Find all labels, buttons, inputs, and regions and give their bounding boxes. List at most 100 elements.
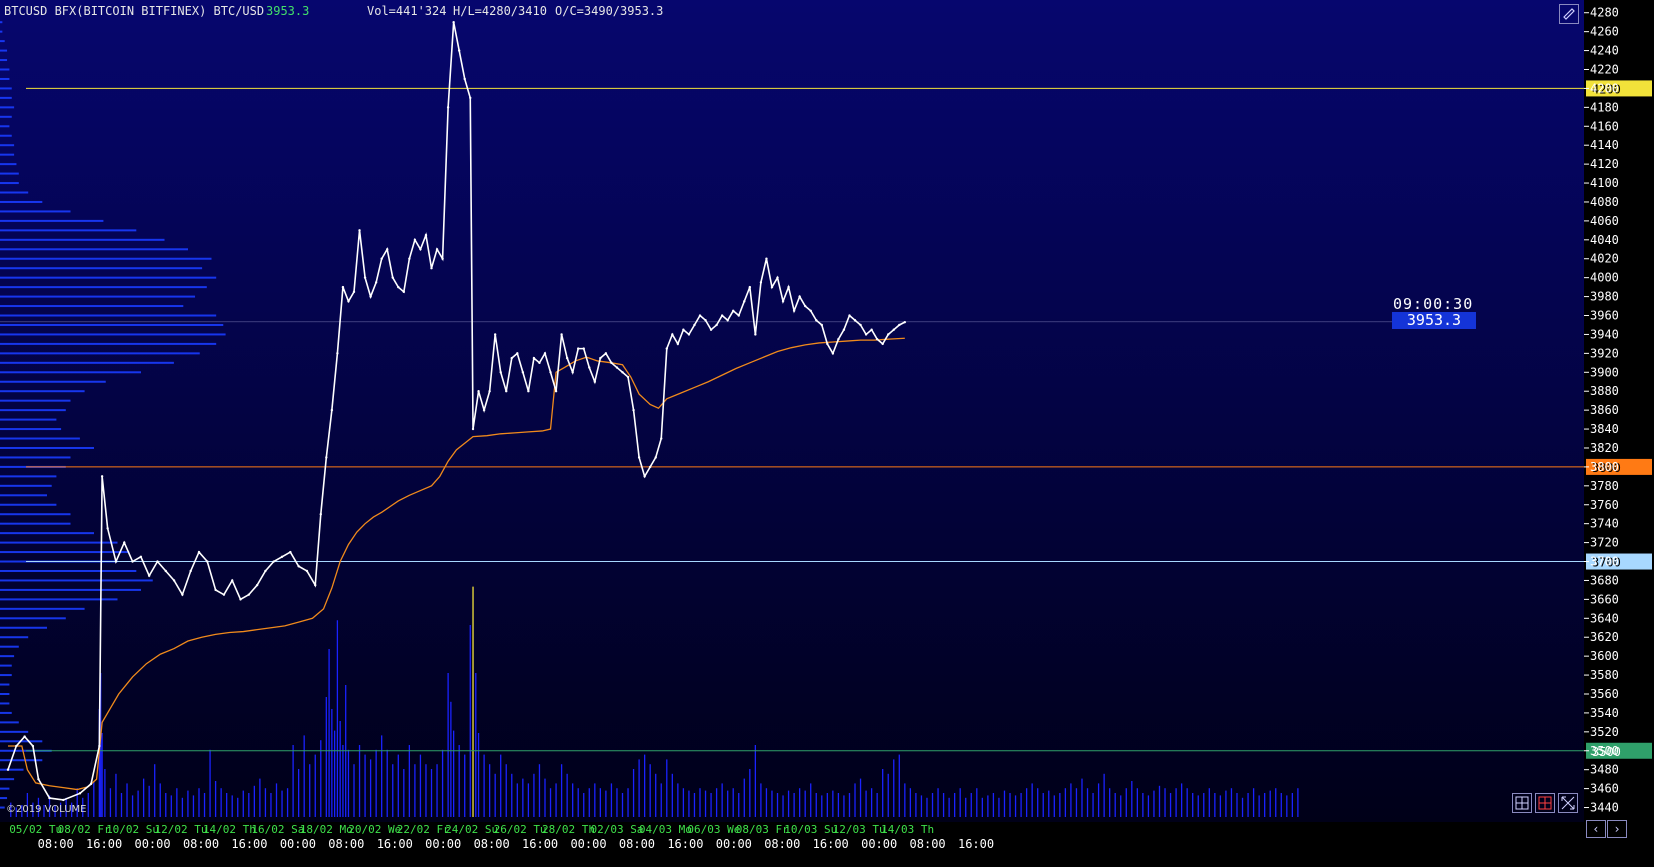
price-point-92 <box>621 371 624 374</box>
x-time-label-10: 16:00 <box>522 837 558 851</box>
price-point-65 <box>471 427 475 431</box>
price-point-34 <box>297 565 300 568</box>
price-point-46 <box>369 295 372 298</box>
x-date-label-14: 06/03 We <box>687 823 740 836</box>
price-point-129 <box>826 342 829 346</box>
y-tick-label-3960: 3960 <box>1590 309 1619 323</box>
y-tick-label-4240: 4240 <box>1590 44 1619 58</box>
x-time-label-7: 16:00 <box>377 837 413 851</box>
x-axis[interactable]: 05/02 Tu08:0008/02 Fr16:0010/02 Su00:001… <box>9 823 994 851</box>
y-tick-label-4280: 4280 <box>1590 6 1619 20</box>
price-point-39 <box>330 408 334 412</box>
price-chart[interactable]: 4200 3800 3700 3500 4280 4260 4240 4220 4200 418… <box>0 0 1654 867</box>
price-point-140 <box>887 333 890 336</box>
profile-bar-32 <box>0 323 224 326</box>
x-date-label-1: 08/02 Fr <box>58 823 111 836</box>
nav-left-button[interactable]: ‹ <box>1586 820 1606 838</box>
price-point-49 <box>386 248 389 251</box>
x-date-label-8: 22/02 Fr <box>397 823 450 836</box>
profile-bar-55 <box>0 541 118 544</box>
price-point-19 <box>172 579 176 582</box>
price-point-8 <box>89 782 93 786</box>
x-date-label-12: 02/03 Sa <box>590 823 643 836</box>
y-tick-label-3600: 3600 <box>1590 649 1619 663</box>
price-point-123 <box>792 309 796 312</box>
profile-bar-15 <box>0 163 17 166</box>
grid-alt-icon[interactable] <box>1535 793 1555 813</box>
price-point-121 <box>781 300 785 303</box>
ruler-icon[interactable] <box>1559 4 1579 24</box>
price-point-107 <box>704 319 707 322</box>
y-tick-label-3480: 3480 <box>1590 763 1619 777</box>
profile-bar-71 <box>0 692 10 695</box>
grid-icon[interactable] <box>1512 793 1532 813</box>
price-point-112 <box>732 309 735 312</box>
profile-bar-65 <box>0 636 29 639</box>
profile-bar-68 <box>0 664 12 667</box>
price-point-62 <box>457 49 461 52</box>
price-point-64 <box>469 96 472 100</box>
y-tick-label-4060: 4060 <box>1590 214 1619 228</box>
profile-bar-24 <box>0 248 188 251</box>
price-point-78 <box>543 352 547 355</box>
profile-bar-80 <box>0 778 15 781</box>
price-point-141 <box>892 328 895 331</box>
profile-bar-10 <box>0 115 12 118</box>
price-point-96 <box>643 475 646 478</box>
price-point-136 <box>864 333 868 336</box>
price-point-109 <box>715 323 718 327</box>
expand-icon[interactable] <box>1558 793 1578 813</box>
profile-bar-36 <box>0 361 174 364</box>
y-tick-label-4000: 4000 <box>1590 271 1619 285</box>
nav-right-button[interactable]: › <box>1607 820 1627 838</box>
price-point-57 <box>430 267 433 270</box>
profile-bar-44 <box>0 437 80 440</box>
price-point-29 <box>255 583 259 587</box>
price-point-17 <box>156 560 159 563</box>
price-point-104 <box>687 333 691 336</box>
price-point-48 <box>380 257 383 260</box>
y-tick-label-4180: 4180 <box>1590 100 1619 114</box>
price-point-127 <box>815 319 818 322</box>
x-date-label-11: 28/02 Th <box>542 823 595 836</box>
profile-bar-42 <box>0 418 57 421</box>
profile-bar-30 <box>0 305 184 308</box>
price-point-53 <box>408 257 411 260</box>
price-point-20 <box>181 593 184 596</box>
x-time-label-0: 08:00 <box>38 837 74 851</box>
price-point-138 <box>875 337 879 341</box>
price-point-125 <box>803 304 807 308</box>
price-point-1 <box>15 744 18 748</box>
price-point-22 <box>197 550 201 554</box>
price-point-37 <box>319 513 322 516</box>
price-point-122 <box>787 285 790 289</box>
price-point-32 <box>280 555 284 558</box>
profile-bar-6 <box>0 77 10 80</box>
price-point-21 <box>189 569 192 573</box>
profile-bar-16 <box>0 172 19 175</box>
y-tick-label-3620: 3620 <box>1590 630 1619 644</box>
copyright-label: ©2019 VOLUME <box>6 804 87 815</box>
x-date-label-13: 04/03 Mo <box>639 823 692 836</box>
price-point-103 <box>682 328 685 331</box>
price-point-7 <box>78 792 82 795</box>
x-time-label-2: 00:00 <box>134 837 170 851</box>
y-axis[interactable]: 4280 4260 4240 4220 4200 4180 4160 4140 4120 4100… <box>1584 6 1619 815</box>
profile-bar-70 <box>0 683 10 686</box>
x-date-label-7: 20/02 We <box>348 823 401 836</box>
y-tick-label-4160: 4160 <box>1590 119 1619 133</box>
price-point-44 <box>358 229 361 232</box>
profile-bar-31 <box>0 314 217 317</box>
profile-bar-12 <box>0 134 12 137</box>
price-point-115 <box>748 285 752 289</box>
price-point-16 <box>147 574 151 577</box>
y-tick-label-3560: 3560 <box>1590 687 1619 701</box>
price-point-133 <box>848 314 851 317</box>
profile-bar-59 <box>0 579 153 582</box>
grid-alt-glyph <box>1538 796 1552 810</box>
price-point-82 <box>565 356 569 360</box>
profile-bar-66 <box>0 645 19 648</box>
profile-bar-14 <box>0 153 15 156</box>
price-point-83 <box>571 371 574 374</box>
profile-bar-2 <box>0 40 5 43</box>
